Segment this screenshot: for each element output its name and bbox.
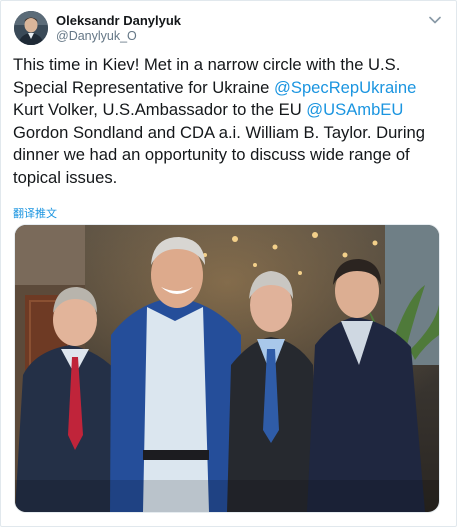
author-display-name[interactable]: Oleksandr Danylyuk <box>56 13 181 28</box>
tweet-text-part: Gordon Sondland and CDA a.i. William B. … <box>13 122 425 187</box>
chevron-down-icon <box>429 16 441 24</box>
mention-link-usambeu[interactable]: @USAmbEU <box>306 100 403 119</box>
translate-tweet-link[interactable]: 翻译推文 <box>13 205 57 221</box>
group-photo-image <box>15 225 439 512</box>
profile-photo <box>14 11 48 45</box>
tweet-photo[interactable] <box>14 224 440 513</box>
author-handle[interactable]: @Danylyuk_O <box>56 29 137 43</box>
tweet-text: This time in Kiev! Met in a narrow circl… <box>13 54 451 190</box>
mention-link-specrepukraine[interactable]: @SpecRepUkraine <box>274 78 416 97</box>
tweet-card: Oleksandr Danylyuk @Danylyuk_O This time… <box>0 0 457 527</box>
tweet-menu-button[interactable] <box>426 11 444 29</box>
tweet-text-part: Kurt Volker, U.S.Ambassador to the EU <box>13 100 307 120</box>
avatar[interactable] <box>14 11 48 45</box>
